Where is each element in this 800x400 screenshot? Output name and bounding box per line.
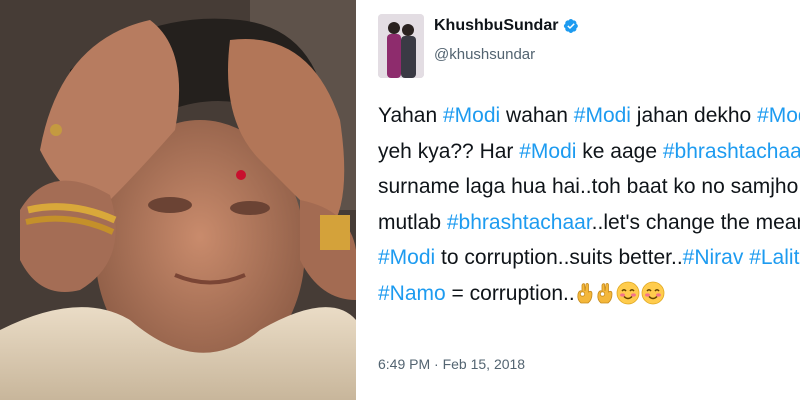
avatar[interactable] [378,14,424,78]
tweet-text-segment: Yahan [378,104,443,127]
tweet-text: Yahan #Modi wahan #Modi jahan dekho #Mod… [378,98,800,311]
tweet-line: surname laga hua hai..toh baat ko no sam… [378,169,800,205]
tweet-text-segment: mutlab [378,210,447,234]
tweet-text-segment: yeh kya?? Har [378,139,520,163]
tweet-line: Yahan #Modi wahan #Modi jahan dekho #Mod… [378,98,800,134]
profile-photo [378,14,424,78]
tweet-text-segment: ke aage [576,139,663,163]
tweet-text-segment: = corruption.. [445,281,575,305]
author-handle[interactable]: @khushsundar [434,46,535,63]
author-name-row[interactable]: KhushbuSundar [434,17,579,35]
display-name[interactable]: KhushbuSundar [434,17,558,35]
tweet-line: #Modi to corruption..suits better..#Nira… [378,240,800,276]
tweet-line: mutlab #bhrashtachaar..let's change the … [378,205,800,241]
tweet-line: yeh kya?? Har #Modi ke aage #bhrashtacha… [378,134,800,170]
tweet-timestamp[interactable]: 6:49 PM · Feb 15, 2018 [378,356,525,372]
woman-with-hands-on-head-photo [0,0,356,400]
tweet-card: KhushbuSundar @khushsundar Yahan #Modi w… [356,0,800,400]
hashtag-link[interactable]: #bhrashtachaar [663,140,800,163]
verified-badge-icon [564,19,579,33]
hashtag-link[interactable]: #Namo [378,282,446,305]
tweet-text-segment: to corruption..suits better.. [435,246,683,269]
hashtag-link[interactable]: #Modi [443,104,500,127]
hashtag-link[interactable]: #Lalit [749,246,799,269]
hashtag-link[interactable]: #Nirav [683,246,744,269]
hashtag-link[interactable]: #Modi [378,246,435,269]
hashtag-link[interactable]: #bhrashtachaar [447,211,592,234]
tweet-text-segment: surname laga hua hai..toh baat ko no sam… [378,175,800,198]
tweet-text-segment: ..let's change the meanin [591,210,800,234]
ok-hand-emoji [577,282,593,303]
tweet-line: #Namo = corruption.. [378,276,800,312]
hashtag-link[interactable]: #Modi [574,104,631,127]
tweet-text-segment: wahan [500,104,574,127]
smiling-blush-emoji [641,281,665,304]
ok-hand-emoji [597,282,613,303]
hashtag-link[interactable]: #Modi [757,104,800,127]
tweet-text-segment: jahan dekho [630,104,758,127]
hashtag-link[interactable]: #Modi [519,140,576,163]
news-photo [0,0,356,400]
smiling-blush-emoji [616,281,640,304]
